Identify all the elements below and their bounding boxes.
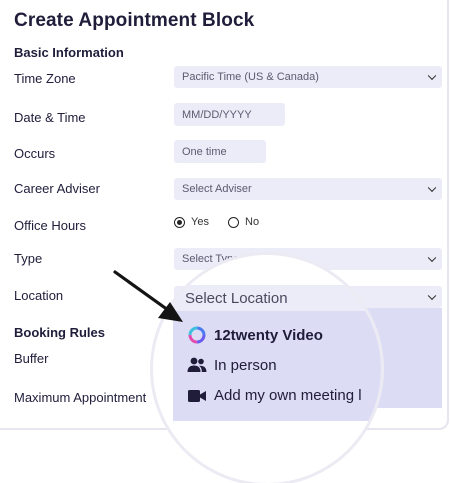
radio-unselected-icon <box>228 216 239 228</box>
video-camera-icon <box>188 389 206 402</box>
chevron-down-icon <box>427 71 437 81</box>
location-select-zoomed[interactable]: Select Location <box>173 285 381 311</box>
option-label: Add my own meeting l <box>214 387 362 404</box>
section-booking-rules: Booking Rules <box>14 325 106 340</box>
office-hours-no-label: No <box>245 216 260 228</box>
date-placeholder: MM/DD/YYYY <box>182 108 252 121</box>
location-option-12twenty-video[interactable]: 12twenty Video <box>187 325 323 345</box>
option-label: In person <box>214 356 277 374</box>
time-zone-value: Pacific Time (US & Canada) <box>182 71 319 83</box>
location-option-own-meeting[interactable]: Add my own meeting l <box>187 387 362 404</box>
date-input[interactable]: MM/DD/YYYY <box>174 103 285 126</box>
chevron-down-icon <box>427 183 437 193</box>
chevron-down-icon <box>427 253 437 263</box>
time-zone-select[interactable]: Pacific Time (US & Canada) <box>174 66 442 88</box>
occurs-value: One time <box>182 145 227 158</box>
office-hours-no-radio[interactable]: No <box>228 216 259 228</box>
section-basic-information: Basic Information <box>14 45 124 60</box>
office-hours-yes-label: Yes <box>191 216 209 228</box>
location-option-in-person[interactable]: In person <box>187 356 277 374</box>
radio-selected-icon <box>174 216 185 228</box>
maximum-appointment-label: Maximum Appointment <box>14 390 147 405</box>
page-title: Create Appointment Block <box>14 10 255 31</box>
location-placeholder: Select Location <box>185 289 288 307</box>
people-icon <box>187 357 207 372</box>
type-label: Type <box>14 251 43 266</box>
adviser-placeholder: Select Adviser <box>182 183 252 195</box>
buffer-label: Buffer <box>14 351 49 366</box>
option-label: 12twenty Video <box>214 326 323 344</box>
time-zone-label: Time Zone <box>14 71 76 86</box>
career-adviser-label: Career Adviser <box>14 181 100 196</box>
chevron-down-icon <box>427 291 437 301</box>
office-hours-yes-radio[interactable]: Yes <box>174 216 209 228</box>
office-hours-label: Office Hours <box>14 218 87 233</box>
occurs-label: Occurs <box>14 146 56 161</box>
12twenty-logo-icon <box>188 326 206 344</box>
date-time-label: Date & Time <box>14 110 86 125</box>
location-options-list: 12twenty Video In person Add my own meet… <box>173 311 381 421</box>
location-label: Location <box>14 288 64 303</box>
magnifier-lens: Select Location 12twenty Video In person… <box>153 255 381 483</box>
career-adviser-select[interactable]: Select Adviser <box>174 178 442 200</box>
occurs-select[interactable]: One time <box>174 140 266 163</box>
